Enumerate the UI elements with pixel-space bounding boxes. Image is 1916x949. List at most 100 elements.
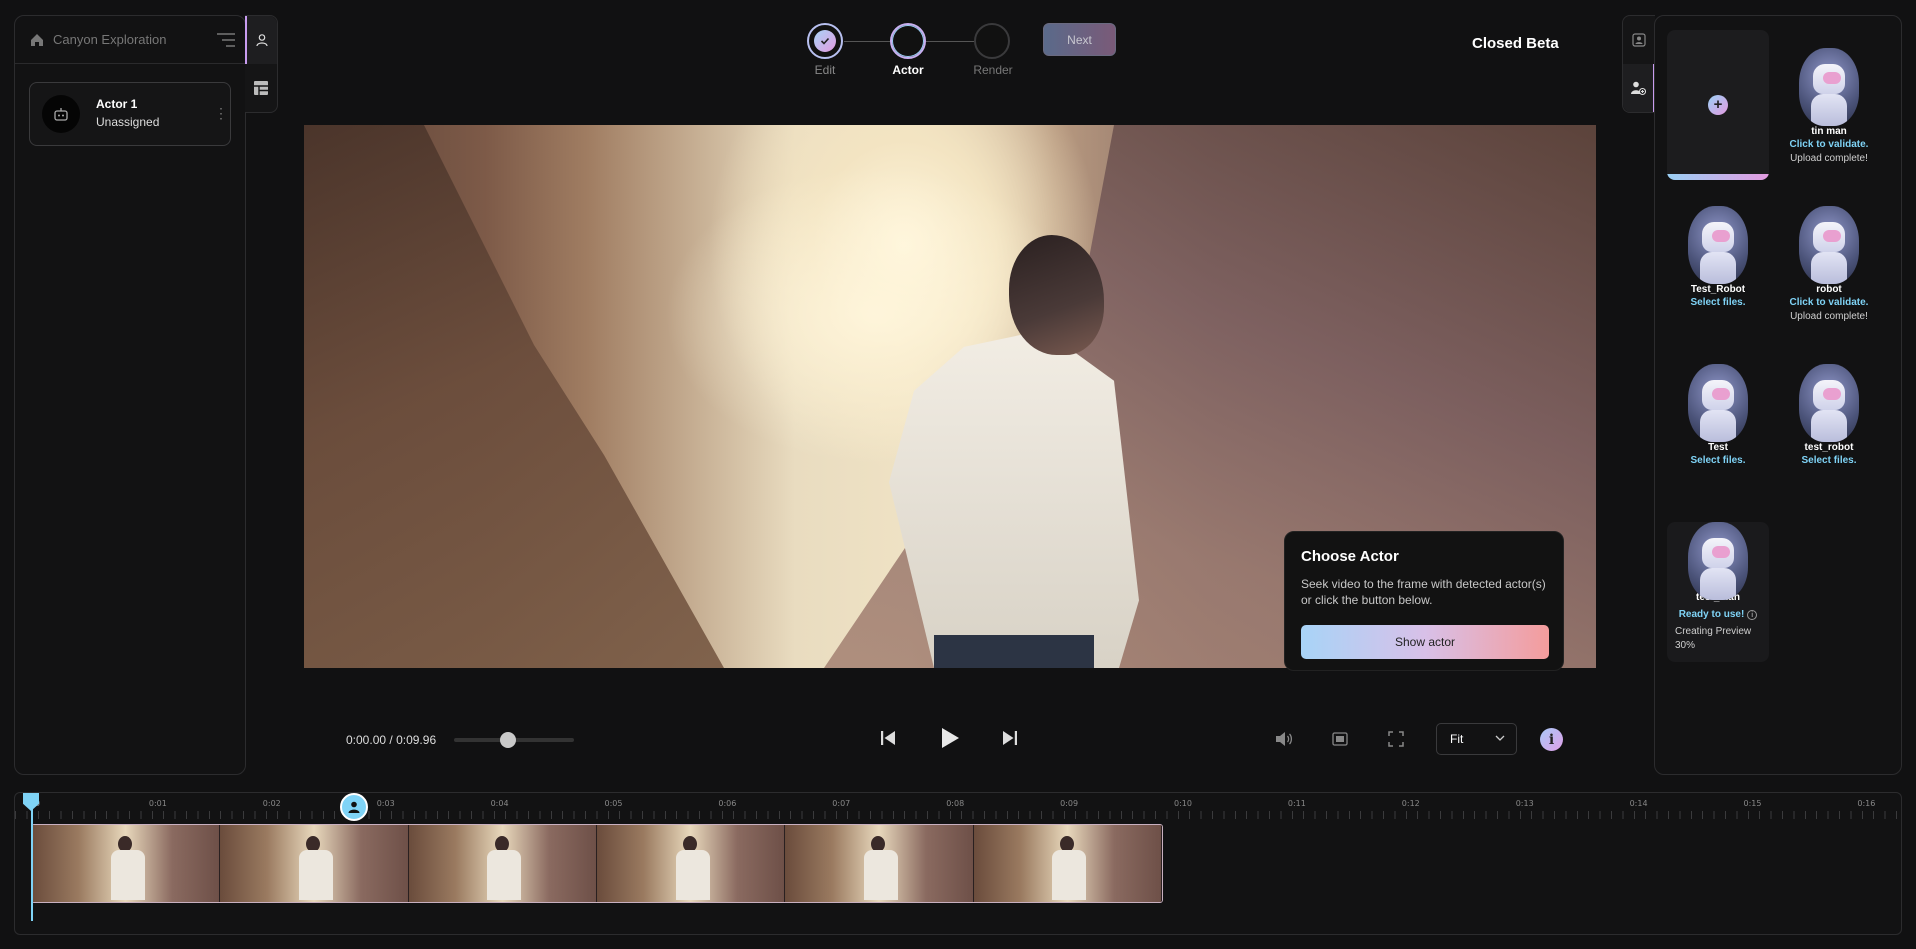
time-separator: / <box>389 733 393 747</box>
next-button[interactable]: Next <box>1043 23 1116 56</box>
timeline[interactable]: 00:010:020:030:040:050:060:070:080:090:1… <box>14 792 1902 935</box>
clip-thumbnail <box>785 825 974 902</box>
robot-avatar-icon <box>1799 206 1859 284</box>
ruler-label: 0:10 <box>1174 799 1192 808</box>
tab-actor-library[interactable] <box>1623 64 1655 112</box>
actor-library-panel: + tin man Click to validate. Upload comp… <box>1654 15 1902 775</box>
step-label-edit: Edit <box>814 63 836 77</box>
actor-tile-test-robot-1[interactable]: Test_Robot Select files. <box>1667 206 1769 308</box>
tile-action-link[interactable]: Click to validate. <box>1778 297 1880 308</box>
tile-action-link[interactable]: Select files. <box>1667 297 1769 308</box>
add-person-icon <box>1631 81 1646 96</box>
tile-name: Test_Robot <box>1690 284 1746 295</box>
left-tab-rail <box>245 15 278 113</box>
choose-actor-popup: Choose Actor Seek video to the frame wit… <box>1284 531 1564 671</box>
robot-avatar-icon <box>1799 364 1859 442</box>
actor-tile-test-robot-2[interactable]: test_robot Select files. <box>1778 364 1880 466</box>
step-edit-circle[interactable] <box>807 23 843 59</box>
person-badge-icon <box>1632 33 1646 47</box>
tile-action-link[interactable]: Select files. <box>1667 455 1769 466</box>
actor-tile-test-man[interactable]: test_man Ready to use!i Creating Preview… <box>1667 522 1769 662</box>
ruler-label: 0:08 <box>946 799 965 808</box>
person-pants <box>934 635 1094 668</box>
ruler-label: 0:01 <box>148 799 167 808</box>
tab-actors[interactable] <box>245 16 277 64</box>
person-figure <box>889 330 1139 668</box>
plus-icon: + <box>1708 95 1728 115</box>
project-title: Canyon Exploration <box>53 32 167 47</box>
person-icon <box>348 801 360 813</box>
actor-card[interactable]: Actor 1 Unassigned ⋮ <box>29 82 231 146</box>
skip-forward-button[interactable] <box>998 726 1022 750</box>
pip-button[interactable] <box>1330 730 1350 748</box>
step-label-actor: Actor <box>892 63 924 77</box>
clip-thumbnail <box>220 825 409 902</box>
tile-action-link[interactable]: Select files. <box>1778 455 1880 466</box>
person-icon <box>256 34 268 47</box>
fit-value: Fit <box>1450 732 1464 746</box>
picture-in-picture-icon <box>1332 732 1348 746</box>
clip-thumbnail <box>973 825 1162 902</box>
duration: 0:09.96 <box>396 733 437 747</box>
robot-avatar-icon <box>1799 48 1859 126</box>
ruler-ticks <box>15 811 1901 819</box>
upload-actor-card[interactable]: + <box>1667 30 1769 180</box>
actor-tile-test[interactable]: Test Select files. <box>1667 364 1769 466</box>
tab-actor-profile[interactable] <box>1623 16 1655 64</box>
popup-description: Seek video to the frame with detected ac… <box>1301 577 1546 607</box>
tab-layout[interactable] <box>245 64 277 112</box>
tile-ready-status: Ready to use! i <box>1667 609 1769 620</box>
ruler-label: 0:03 <box>376 799 395 808</box>
info-icon: i <box>1548 731 1555 748</box>
fullscreen-button[interactable] <box>1386 729 1406 749</box>
step-actor-circle[interactable] <box>890 23 926 59</box>
layout-icon <box>254 81 268 95</box>
play-button[interactable] <box>936 724 964 752</box>
tile-action-link[interactable]: Click to validate. <box>1778 139 1880 150</box>
info-button[interactable]: i <box>1540 728 1563 751</box>
step-connector <box>844 41 890 42</box>
actor-tile-robot[interactable]: robot Click to validate. Upload complete… <box>1778 206 1880 322</box>
ruler-label: 0:15 <box>1743 799 1762 808</box>
step-render-circle[interactable] <box>974 23 1010 59</box>
skip-back-icon <box>881 731 895 745</box>
actor-tile-tin-man[interactable]: tin man Click to validate. Upload comple… <box>1778 48 1880 164</box>
step-connector <box>926 41 974 42</box>
ruler-label: 0:14 <box>1629 799 1648 808</box>
actor-detection-marker[interactable] <box>340 793 368 821</box>
tile-progress: 30% <box>1675 640 1696 651</box>
volume-button[interactable] <box>1274 730 1294 748</box>
popup-title: Choose Actor <box>1301 548 1399 565</box>
volume-slider-thumb[interactable] <box>500 732 516 748</box>
tile-name: test_robot <box>1804 442 1854 453</box>
upload-progress-bar <box>1667 174 1769 180</box>
playhead-line[interactable] <box>31 809 33 921</box>
tile-status: Upload complete! <box>1790 311 1868 322</box>
tile-name: robot <box>1816 284 1842 295</box>
tile-status: Creating Preview <box>1675 626 1752 637</box>
skip-back-button[interactable] <box>876 726 900 750</box>
ruler-label: 0:05 <box>604 799 623 808</box>
ruler-label: 0:07 <box>832 799 851 808</box>
info-icon[interactable]: i <box>1747 610 1758 620</box>
tile-action: Ready to use! <box>1678 609 1745 620</box>
ruler-label: 0:13 <box>1515 799 1534 808</box>
robot-avatar-icon <box>1688 522 1748 600</box>
menu-icon[interactable] <box>217 33 235 47</box>
fit-select[interactable]: Fit <box>1436 723 1517 755</box>
more-options-icon[interactable]: ⋮ <box>214 105 228 122</box>
tile-status: Upload complete! <box>1790 153 1868 164</box>
speaker-icon <box>1276 732 1293 746</box>
chevron-down-icon <box>1495 735 1505 741</box>
home-icon[interactable] <box>29 32 45 48</box>
check-icon <box>814 30 836 52</box>
show-actor-button[interactable]: Show actor <box>1301 625 1549 659</box>
right-tab-rail <box>1622 15 1655 113</box>
clip-thumbnail <box>408 825 597 902</box>
robot-avatar-icon <box>1688 206 1748 284</box>
tile-name: tin man <box>1811 126 1847 137</box>
canyon-wall-left <box>304 125 724 668</box>
actor-name: Actor 1 <box>96 97 138 111</box>
skip-forward-icon <box>1003 731 1017 745</box>
video-clip-track[interactable] <box>31 824 1163 903</box>
